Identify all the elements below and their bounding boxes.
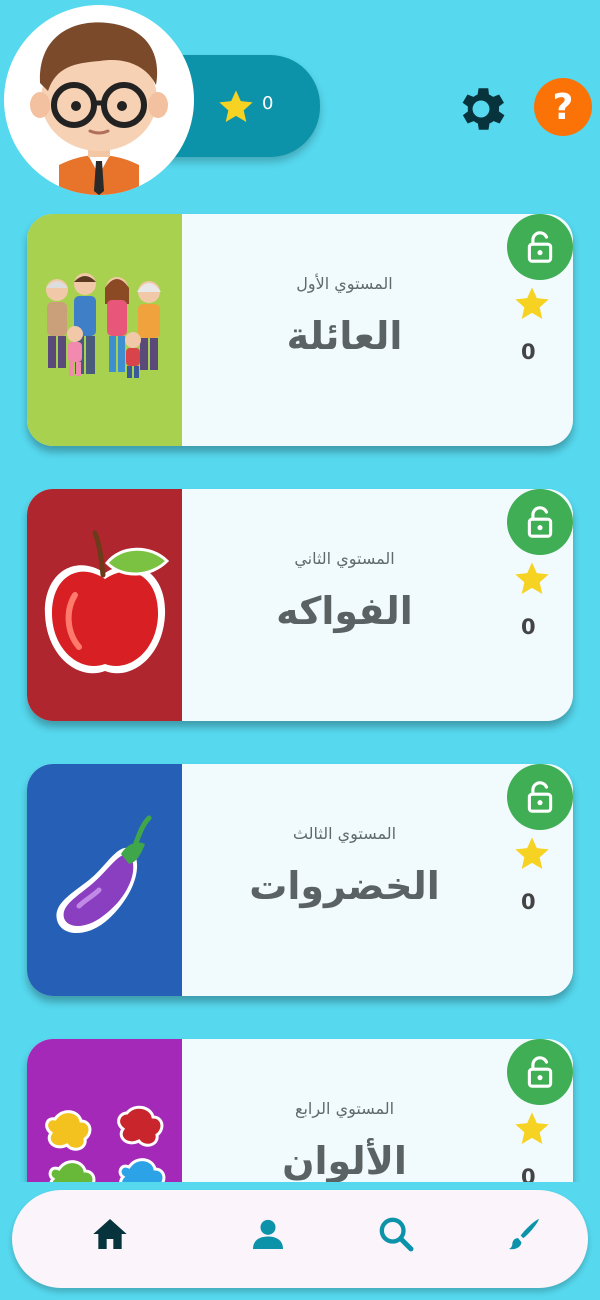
level-title: العائلة — [286, 314, 403, 358]
level-card-vegetables[interactable]: المستوي الثالث الخضروات 0 — [27, 764, 573, 996]
star-icon — [515, 1112, 549, 1144]
nav-draw-button[interactable] — [500, 1210, 548, 1258]
level-subtitle: المستوي الرابع — [294, 1099, 395, 1118]
level-title: الخضروات — [249, 864, 440, 908]
nav-profile-button[interactable] — [244, 1210, 292, 1258]
avatar[interactable] — [4, 5, 194, 195]
level-subtitle: المستوي الثالث — [292, 824, 397, 843]
person-icon — [253, 1219, 283, 1249]
bottom-nav — [0, 1182, 600, 1300]
colors-thumbnail — [27, 1039, 182, 1182]
boy-with-glasses-avatar — [30, 22, 168, 195]
level-stars-count: 0 — [521, 890, 536, 914]
level-card-colors[interactable]: المستوي الرابع الألوان 0 — [27, 1039, 573, 1182]
fruits-thumbnail — [27, 489, 182, 721]
family-thumbnail — [27, 214, 182, 446]
unlock-icon[interactable] — [507, 764, 573, 830]
star-icon — [515, 837, 549, 869]
star-icon — [515, 562, 549, 594]
brush-icon — [509, 1219, 539, 1250]
unlock-icon[interactable] — [507, 489, 573, 555]
total-stars-count: 0 — [262, 93, 274, 114]
home-icon — [93, 1219, 127, 1249]
level-subtitle: المستوي الثاني — [294, 549, 395, 568]
family-icon — [45, 273, 161, 378]
level-title: الفواكه — [276, 589, 413, 633]
unlock-icon[interactable] — [507, 1039, 573, 1105]
star-icon — [219, 90, 253, 122]
apple-icon — [44, 530, 169, 674]
eggplant-icon — [55, 815, 151, 934]
paint-splash-icon — [44, 1105, 165, 1182]
level-card-family[interactable]: المستوي الأول العائلة 0 — [27, 214, 573, 446]
gear-icon[interactable] — [452, 80, 510, 138]
level-title: الألوان — [282, 1139, 407, 1182]
level-stars-count: 0 — [521, 615, 536, 639]
vegetables-thumbnail — [27, 764, 182, 996]
level-stars-count: 0 — [521, 1165, 536, 1182]
nav-home-button[interactable] — [86, 1210, 134, 1258]
nav-search-button[interactable] — [372, 1210, 420, 1258]
level-stars-count: 0 — [521, 340, 536, 364]
star-icon — [515, 287, 549, 319]
search-icon — [379, 1217, 414, 1252]
level-subtitle: المستوي الأول — [296, 274, 393, 293]
help-icon[interactable]: ? — [534, 78, 592, 136]
unlock-icon[interactable] — [507, 214, 573, 280]
bottom-nav-bar — [12, 1190, 588, 1288]
level-card-fruits[interactable]: المستوي الثاني الفواكه 0 — [27, 489, 573, 721]
